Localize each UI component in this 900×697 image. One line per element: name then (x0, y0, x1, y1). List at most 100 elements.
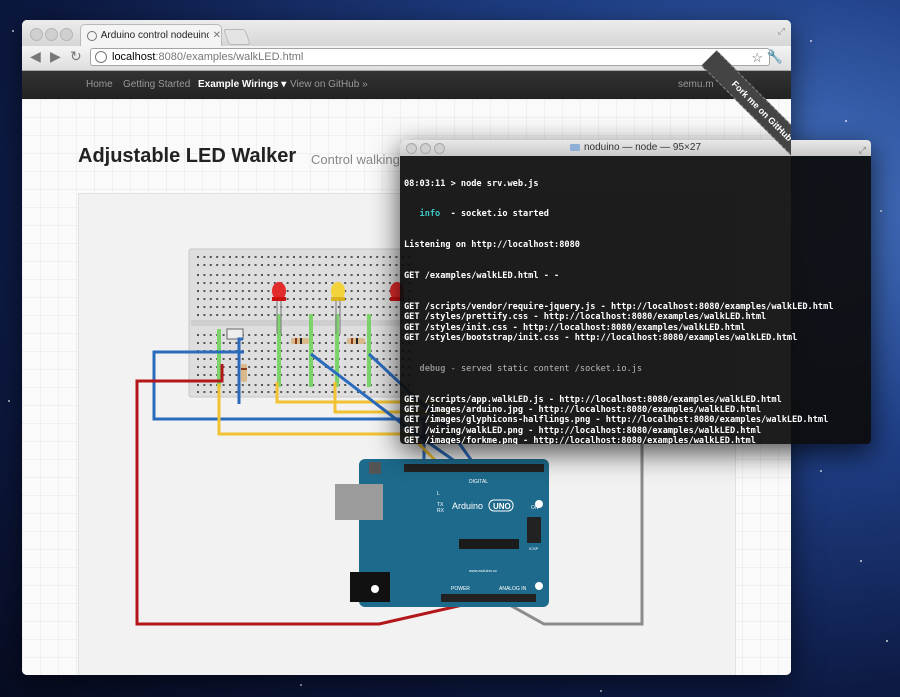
breadboard-hole (376, 282, 379, 284)
breadboard-hole (209, 314, 212, 316)
breadboard-hole (241, 298, 244, 300)
breadboard-hole (267, 342, 270, 344)
nav-user[interactable]: semu.m (678, 79, 714, 90)
breadboard-hole (241, 306, 244, 308)
breadboard-hole (299, 264, 302, 266)
breadboard-hole (261, 306, 263, 308)
breadboard-hole (344, 384, 347, 386)
folder-icon (569, 144, 580, 151)
breadboard-hole (395, 274, 398, 276)
breadboard-hole (318, 264, 321, 266)
breadboard-hole (248, 384, 251, 386)
breadboard-hole (209, 298, 212, 300)
breadboard-hole (286, 334, 289, 336)
url-input[interactable]: localhost :8080/examples/walkLED.html (90, 48, 770, 66)
browser-tab[interactable]: Arduino control nodeuino fo ✕ (80, 24, 222, 46)
terminal-fullscreen-icon[interactable]: ⤢ (859, 142, 866, 158)
breadboard-hole (209, 306, 212, 308)
breadboard-hole (350, 374, 353, 376)
tab-title: Arduino control nodeuino fo (100, 30, 209, 41)
breadboard-hole (299, 358, 302, 360)
board-label-site: www.arduino.cc (469, 568, 497, 573)
breadboard-hole (318, 374, 321, 376)
breadboard-hole (222, 391, 225, 393)
star (8, 400, 10, 402)
nav-home[interactable]: Home (86, 79, 113, 90)
breadboard-hole (267, 374, 270, 376)
nav-getting-started[interactable]: Getting Started (123, 79, 190, 90)
breadboard-hole (325, 314, 327, 316)
terminal-zoom-icon[interactable] (434, 143, 445, 154)
breadboard-hole (286, 391, 289, 393)
breadboard-hole (395, 391, 398, 393)
breadboard-hole (229, 274, 231, 276)
breadboard-hole (248, 358, 251, 360)
breadboard-hole (241, 342, 244, 344)
breadboard-hole (318, 306, 321, 308)
breadboard-hole (376, 350, 379, 352)
breadboard-hole (325, 274, 327, 276)
breadboard-hole (331, 282, 334, 284)
terminal-output[interactable]: 08:03:11 > node srv.web.js info - socket… (400, 156, 871, 444)
breadboard-hole (350, 314, 353, 316)
back-icon[interactable]: ◀ (30, 48, 41, 65)
breadboard-hole (235, 290, 238, 292)
breadboard-hole (209, 358, 212, 360)
zoom-window-icon[interactable] (60, 28, 73, 41)
minimize-window-icon[interactable] (45, 28, 58, 41)
breadboard-hole (209, 391, 212, 393)
breadboard-hole (299, 298, 302, 300)
nav-example-wirings[interactable]: Example Wirings ▾ (198, 79, 286, 90)
log-text: socket.io started (460, 209, 549, 220)
breadboard-hole (325, 391, 327, 393)
breadboard-hole (318, 334, 321, 336)
terminal-line: GET /styles/bootstrap/init.css - http://… (404, 333, 798, 344)
breadboard-hole (254, 366, 257, 368)
breadboard-hole (357, 274, 359, 276)
breadboard-hole (273, 314, 276, 316)
breadboard-hole (293, 366, 295, 368)
breadboard-hole (382, 374, 385, 376)
bookmark-star-icon[interactable]: ☆ (751, 50, 763, 66)
breadboard-hole (312, 282, 315, 284)
request-lines-a: GET /scripts/vendor/require-jquery.js - … (404, 302, 867, 343)
breadboard-hole (267, 384, 270, 386)
terminal-line: GET /scripts/vendor/require-jquery.js - … (404, 302, 834, 313)
breadboard-hole (357, 334, 359, 336)
breadboard-hole (395, 358, 398, 360)
breadboard-hole (280, 274, 283, 276)
tab-close-icon[interactable]: ✕ (213, 30, 221, 41)
terminal-close-icon[interactable] (406, 143, 417, 154)
board-label-rx: RX (437, 508, 445, 514)
breadboard-hole (229, 342, 231, 344)
breadboard-hole (203, 314, 206, 316)
breadboard-hole (203, 290, 206, 292)
breadboard-hole (235, 374, 238, 376)
breadboard-hole (331, 264, 334, 266)
breadboard-hole (229, 384, 231, 386)
breadboard-hole (331, 350, 334, 352)
breadboard-hole (312, 264, 315, 266)
reload-icon[interactable]: ↻ (70, 48, 82, 65)
wrench-icon[interactable]: 🔧 (767, 49, 783, 65)
url-host: localhost (112, 51, 156, 63)
forward-icon[interactable]: ▶ (50, 48, 61, 65)
arduino-board: Arduino UNO DIGITAL POWER ANALOG IN www.… (335, 459, 549, 607)
breadboard-hole (235, 314, 238, 316)
breadboard-hole (286, 264, 289, 266)
breadboard-hole (267, 350, 270, 352)
terminal-minimize-icon[interactable] (420, 143, 431, 154)
breadboard-hole (363, 256, 366, 258)
breadboard-hole (299, 334, 302, 336)
new-tab-button[interactable] (223, 29, 251, 45)
star (810, 40, 812, 42)
breadboard-hole (299, 282, 302, 284)
close-window-icon[interactable] (30, 28, 43, 41)
breadboard-hole (350, 391, 353, 393)
board-label-l: L (437, 491, 440, 497)
nav-view-on-github[interactable]: View on GitHub » (290, 79, 368, 90)
breadboard-hole (331, 358, 334, 360)
breadboard-hole (248, 366, 251, 368)
fullscreen-icon[interactable]: ⤢ (778, 26, 785, 37)
breadboard-hole (209, 342, 212, 344)
